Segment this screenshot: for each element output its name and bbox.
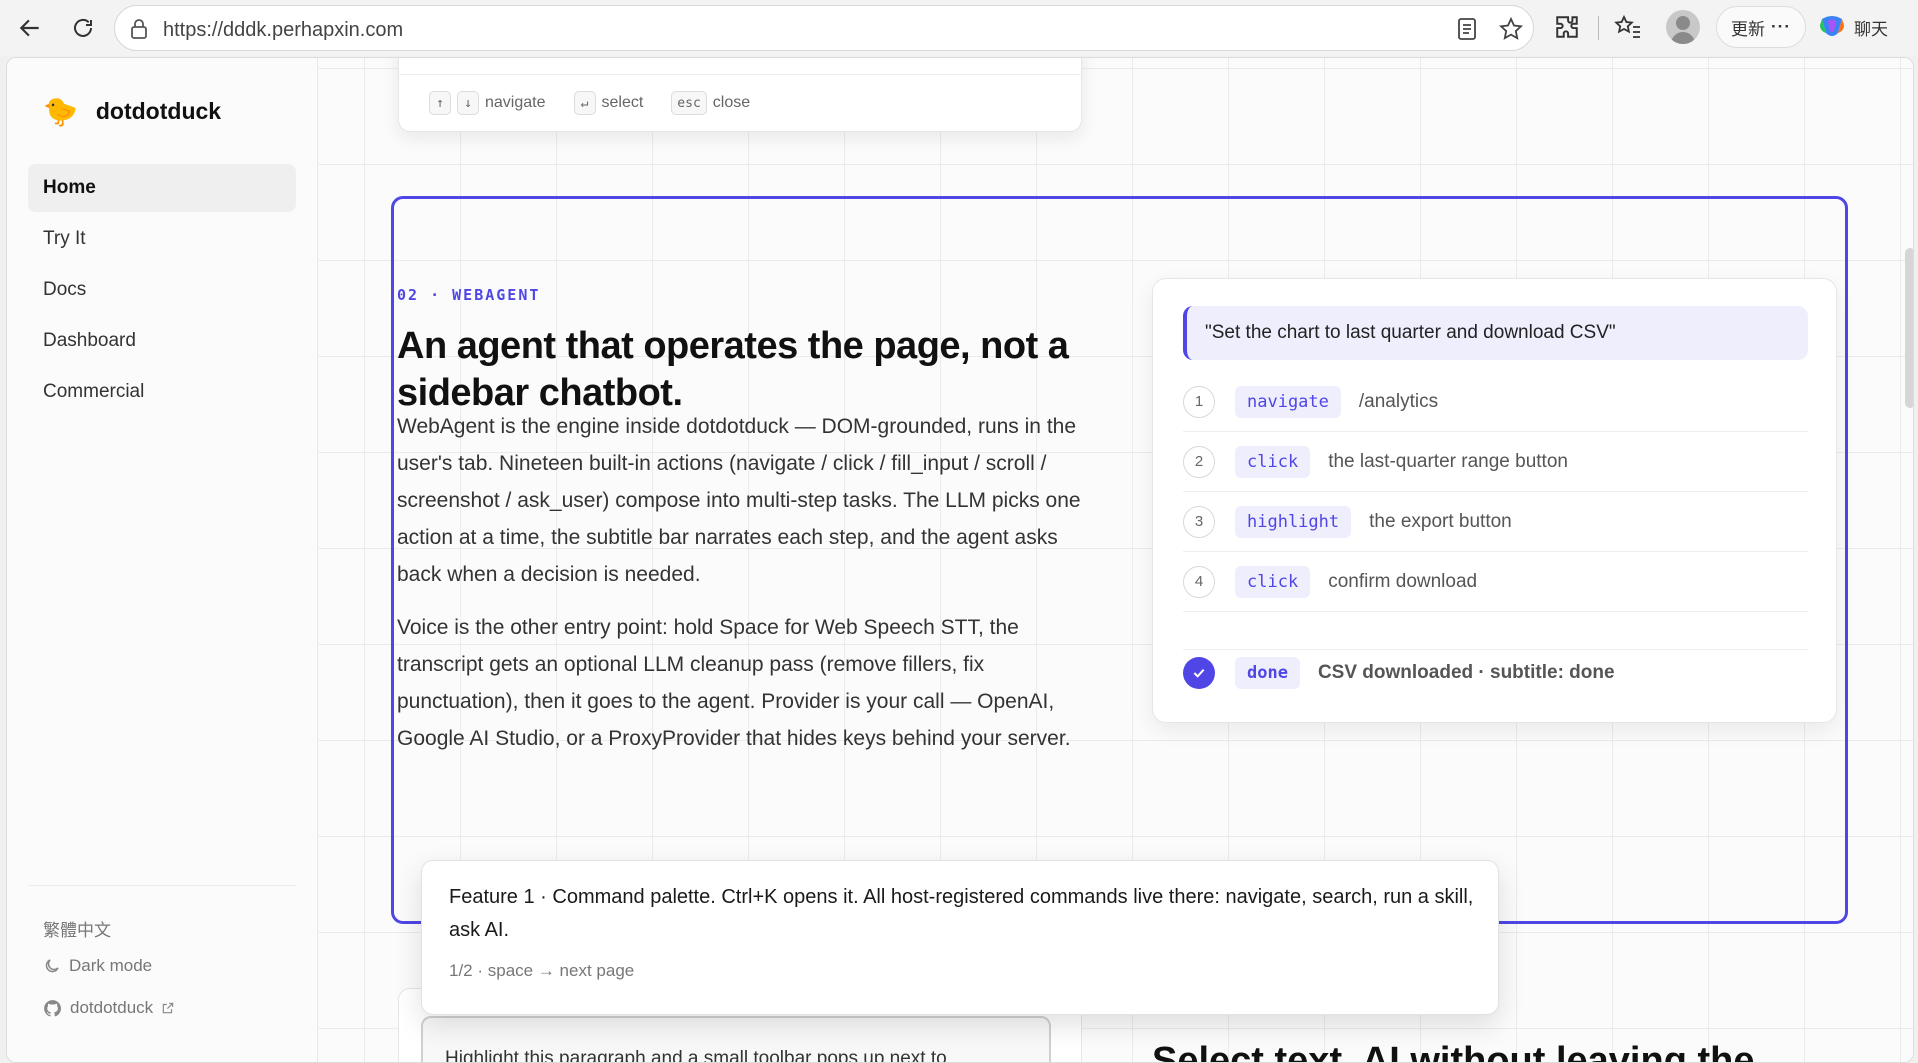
step-number: 3 bbox=[1183, 505, 1215, 538]
feature-paragraph-1: WebAgent is the engine inside dotdotduck… bbox=[397, 415, 1081, 586]
sidebar: 🐤 dotdotduck Home Try It Docs Dashboard … bbox=[7, 58, 318, 1062]
github-link[interactable]: dotdotduck bbox=[43, 998, 175, 1018]
back-button[interactable] bbox=[12, 10, 48, 46]
page-scrollbar[interactable] bbox=[1905, 248, 1913, 408]
sidebar-item-home[interactable]: Home bbox=[28, 164, 296, 212]
palette-hints: ↑ ↓ navigate ↵ select esc close bbox=[429, 91, 750, 115]
favorite-star-icon[interactable] bbox=[1499, 17, 1523, 41]
toolbar-divider bbox=[1598, 16, 1599, 40]
dark-mode-toggle[interactable]: Dark mode bbox=[43, 956, 152, 976]
step-description: /analytics bbox=[1358, 390, 1439, 412]
tour-tooltip[interactable]: Feature 1 · Command palette. Ctrl+K open… bbox=[421, 860, 1499, 1015]
language-switch[interactable]: 繁體中文 bbox=[43, 916, 111, 941]
step-description: the last-quarter range button bbox=[1328, 450, 1568, 472]
selection-demo-paragraph[interactable]: Highlight this paragraph and a small too… bbox=[421, 1016, 1051, 1062]
step-action: navigate bbox=[1235, 385, 1341, 418]
agent-step: 4 click confirm download bbox=[1183, 552, 1808, 612]
tour-tooltip-pager: 1/2 · space → next page bbox=[449, 961, 635, 980]
brand-name: dotdotduck bbox=[95, 98, 222, 124]
step-action: highlight bbox=[1235, 505, 1352, 538]
done-action: done bbox=[1235, 656, 1300, 689]
address-bar[interactable]: https://dddk.perhapxin.com bbox=[114, 5, 1534, 51]
browser-chrome: https://dddk.perhapxin.com 更新 ··· 聊天 bbox=[0, 0, 1918, 56]
url-text: https://dddk.perhapxin.com bbox=[163, 19, 404, 41]
arrow-up-key: ↑ bbox=[429, 91, 451, 115]
moon-icon bbox=[45, 959, 59, 973]
sidebar-item-docs[interactable]: Docs bbox=[28, 266, 296, 314]
brand-logo[interactable]: 🐤 dotdotduck bbox=[43, 95, 221, 128]
esc-key: esc bbox=[671, 91, 707, 115]
check-icon bbox=[1183, 656, 1215, 689]
done-description: CSV downloaded · subtitle: done bbox=[1317, 661, 1615, 683]
main-content: ↑ ↓ navigate ↵ select esc close 02 · WEB… bbox=[318, 58, 1913, 1063]
page-window: 🐤 dotdotduck Home Try It Docs Dashboard … bbox=[6, 57, 1914, 1063]
update-button[interactable]: 更新 ··· bbox=[1716, 6, 1806, 48]
step-action: click bbox=[1235, 445, 1311, 478]
step-number: 4 bbox=[1183, 565, 1215, 598]
step-number: 1 bbox=[1183, 385, 1215, 418]
step-number: 2 bbox=[1183, 445, 1215, 478]
more-icon: ··· bbox=[1771, 17, 1791, 36]
feature-headline: An agent that operates the page, not a s… bbox=[397, 325, 1069, 414]
extensions-icon[interactable] bbox=[1554, 14, 1580, 40]
favorites-list-icon[interactable] bbox=[1614, 14, 1642, 40]
agent-prompt: "Set the chart to last quarter and downl… bbox=[1183, 306, 1808, 360]
agent-step: 2 click the last-quarter range button bbox=[1183, 432, 1808, 492]
copilot-icon bbox=[1820, 16, 1844, 36]
arrow-down-key: ↓ bbox=[457, 91, 479, 115]
sidebar-item-try-it[interactable]: Try It bbox=[28, 215, 296, 263]
step-action: click bbox=[1235, 565, 1311, 598]
selection-section-heading: Select text. AI without leaving the bbox=[1152, 1040, 1755, 1063]
agent-done-row: done CSV downloaded · subtitle: done bbox=[1183, 649, 1808, 695]
step-description: confirm download bbox=[1328, 570, 1478, 592]
reader-view-icon[interactable] bbox=[1457, 17, 1477, 41]
command-palette: ↑ ↓ navigate ↵ select esc close bbox=[398, 58, 1082, 132]
agent-step: 3 highlight the export button bbox=[1183, 492, 1808, 552]
section-label: 02 · WEBAGENT bbox=[397, 286, 541, 304]
reload-button[interactable] bbox=[65, 10, 101, 46]
step-description: the export button bbox=[1369, 510, 1512, 532]
duck-icon: 🐤 bbox=[43, 96, 78, 127]
profile-avatar[interactable] bbox=[1666, 10, 1700, 44]
arrow-left-icon bbox=[19, 19, 39, 37]
feature-paragraph-2: Voice is the other entry point: hold Spa… bbox=[397, 616, 1071, 750]
github-icon bbox=[44, 999, 61, 1016]
sidebar-item-dashboard[interactable]: Dashboard bbox=[28, 317, 296, 365]
sidebar-divider bbox=[28, 885, 296, 886]
external-link-icon bbox=[162, 1002, 174, 1014]
agent-demo-card: "Set the chart to last quarter and downl… bbox=[1152, 278, 1837, 723]
enter-key: ↵ bbox=[573, 91, 596, 115]
copilot-chat-button[interactable]: 聊天 bbox=[1810, 6, 1894, 48]
sidebar-item-commercial[interactable]: Commercial bbox=[28, 368, 296, 416]
reload-icon bbox=[74, 18, 92, 37]
agent-step: 1 navigate /analytics bbox=[1183, 372, 1808, 432]
tour-tooltip-text: Feature 1 · Command palette. Ctrl+K open… bbox=[449, 886, 1474, 941]
lock-icon bbox=[131, 19, 147, 39]
